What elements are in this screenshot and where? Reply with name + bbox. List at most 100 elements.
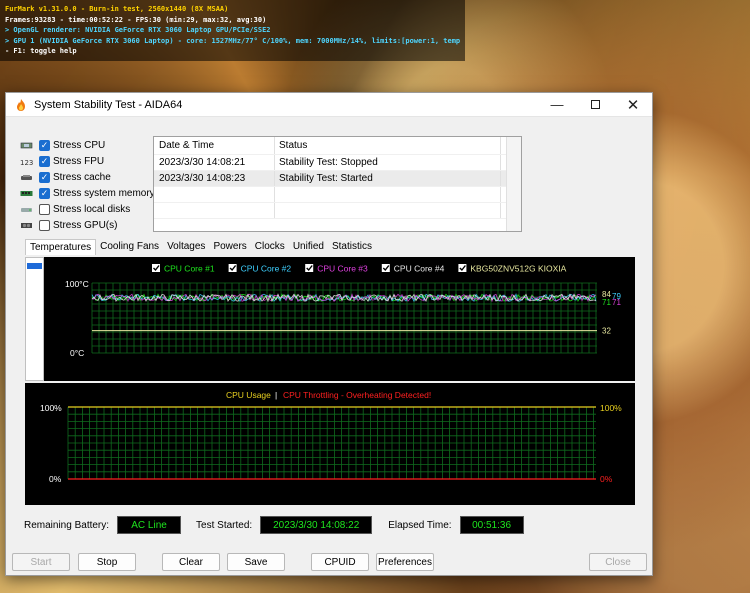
memory-icon xyxy=(20,190,33,196)
table-row[interactable]: 2023/3/30 14:08:21 Stability Test: Stopp… xyxy=(154,155,521,171)
test-started-value: 2023/3/30 14:08:22 xyxy=(260,516,373,534)
tab-temperatures[interactable]: Temperatures xyxy=(25,239,97,255)
log-cell-status: Stability Test: Started xyxy=(275,171,501,186)
legend-checkbox xyxy=(152,264,160,272)
overlay-help: - F1: toggle help xyxy=(5,47,77,55)
legend-label: CPU Core #1 xyxy=(164,264,215,274)
temp-current-value: 71 xyxy=(612,298,621,307)
usage-legend-label: CPU Usage xyxy=(226,390,271,400)
stress-disks-checkbox[interactable] xyxy=(39,203,50,215)
minimize-button[interactable]: — xyxy=(538,93,576,117)
table-row[interactable]: 2023/3/30 14:08:23 Stability Test: Start… xyxy=(154,171,521,187)
temp-legend-item: CPU Core #4 xyxy=(381,264,445,274)
cpuid-button[interactable]: CPUID xyxy=(311,553,369,571)
maximize-icon xyxy=(590,100,600,109)
stress-memory-checkbox[interactable]: ✓ xyxy=(39,187,50,199)
temp-legend-item: KBG50ZNV512G KIOXIA xyxy=(458,264,567,274)
elapsed-time-value: 00:51:36 xyxy=(459,516,524,534)
stress-memory-option[interactable]: ✓ Stress system memory xyxy=(20,185,155,201)
battery-label: Remaining Battery: xyxy=(24,519,110,531)
cpu-icon xyxy=(20,142,33,148)
usage-y-bottom-left: 0% xyxy=(49,474,62,484)
stress-disks-option[interactable]: Stress local disks xyxy=(20,201,155,217)
battery-value: AC Line xyxy=(117,516,182,534)
temperature-chart-svg: CPU Core #1 CPU Core #2 CPU Core #3 CPU Cor… xyxy=(65,264,621,359)
close-button[interactable]: Close xyxy=(589,553,647,571)
stress-fpu-option[interactable]: 123 ✓ Stress FPU xyxy=(20,153,155,169)
legend-label: CPU Core #4 xyxy=(394,264,445,274)
tab-cooling-fans[interactable]: Cooling Fans xyxy=(96,239,163,255)
start-button[interactable]: Start xyxy=(12,553,70,571)
window-title: System Stability Test - AIDA64 xyxy=(34,98,183,111)
legend-checkbox xyxy=(458,264,467,272)
temp-current-value: 71 xyxy=(602,298,611,307)
status-bar: Remaining Battery: AC Line Test Started:… xyxy=(24,516,524,534)
stress-cache-label: Stress cache xyxy=(53,171,111,183)
stress-cache-option[interactable]: ✓ Stress cache xyxy=(20,169,155,185)
sensor-selected-item[interactable] xyxy=(27,263,42,269)
stress-gpu-label: Stress GPU(s) xyxy=(53,219,118,231)
temp-current-value: 32 xyxy=(602,327,611,336)
overlay-title: FurMark v1.31.0.0 - Burn-in test, 2560x1… xyxy=(5,5,229,13)
clear-button[interactable]: Clear xyxy=(162,553,220,571)
stress-fpu-label: Stress FPU xyxy=(53,155,105,167)
stop-button[interactable]: Stop xyxy=(78,553,136,571)
button-bar: Start Stop Clear Save CPUID Preferences … xyxy=(12,553,648,571)
aida64-flame-icon xyxy=(17,98,25,111)
svg-text:123: 123 xyxy=(20,159,33,166)
log-cell-datetime: 2023/3/30 14:08:23 xyxy=(154,171,275,186)
maximize-button[interactable] xyxy=(576,93,614,117)
stress-cpu-option[interactable]: ✓ Stress CPU xyxy=(20,137,155,153)
tab-clocks[interactable]: Clocks xyxy=(251,239,289,255)
preferences-button[interactable]: Preferences xyxy=(376,553,434,571)
legend-checkbox xyxy=(228,264,237,272)
chart-tabs: Temperatures Cooling Fans Voltages Power… xyxy=(25,239,376,255)
table-row-empty xyxy=(154,187,521,203)
disk-icon xyxy=(21,207,32,212)
sensor-selector-list[interactable] xyxy=(25,257,44,381)
usage-grid xyxy=(67,406,596,480)
overlay-renderer: > OpenGL renderer: NVIDIA GeForce RTX 30… xyxy=(5,26,271,34)
temp-y-top-label: 100°C xyxy=(65,279,89,289)
tab-powers[interactable]: Powers xyxy=(209,239,250,255)
stress-fpu-checkbox[interactable]: ✓ xyxy=(39,155,50,167)
stress-options: ✓ Stress CPU 123 ✓ Stress FPU ✓ Stress c… xyxy=(20,137,155,233)
status-log-table[interactable]: Date & Time Status 2023/3/30 14:08:21 St… xyxy=(153,136,522,232)
log-header-row: Date & Time Status xyxy=(154,137,521,155)
test-started-label: Test Started: xyxy=(196,519,253,531)
title-bar[interactable]: System Stability Test - AIDA64 — ✕ xyxy=(6,93,652,117)
log-scrollbar[interactable] xyxy=(506,137,521,231)
temp-legend-item: CPU Core #1 xyxy=(152,264,215,274)
close-icon: ✕ xyxy=(626,96,640,114)
log-cell-datetime: 2023/3/30 14:08:21 xyxy=(154,155,275,170)
stress-cache-checkbox[interactable]: ✓ xyxy=(39,171,50,183)
legend-label: CPU Core #2 xyxy=(241,264,292,274)
temp-legend-item: CPU Core #2 xyxy=(228,264,292,274)
usage-y-top-left: 100% xyxy=(40,403,62,413)
overlay-frames: Frames:93283 - time:00:52:22 - FPS:30 (m… xyxy=(5,15,267,24)
log-header-status[interactable]: Status xyxy=(275,137,501,154)
stress-gpu-checkbox[interactable] xyxy=(39,219,50,231)
temp-y-bottom-label: 0°C xyxy=(70,348,84,358)
close-window-button[interactable]: ✕ xyxy=(614,93,652,117)
overlay-gpu: > GPU 1 (NVIDIA GeForce RTX 3060 Laptop)… xyxy=(5,36,460,45)
legend-checkbox xyxy=(381,264,390,272)
fpu-icon: 123 xyxy=(20,159,33,166)
usage-y-bottom-right: 0% xyxy=(600,474,613,484)
log-header-datetime[interactable]: Date & Time xyxy=(154,137,275,154)
stress-cpu-label: Stress CPU xyxy=(53,139,106,151)
legend-label: CPU Core #3 xyxy=(317,264,368,274)
tab-unified[interactable]: Unified xyxy=(289,239,328,255)
stress-cpu-checkbox[interactable]: ✓ xyxy=(39,139,50,151)
cpu-usage-chart-svg: CPU Usage | CPU Throttling - Overheating D… xyxy=(40,390,622,484)
throttle-legend-label: CPU Throttling - Overheating Detected! xyxy=(283,390,431,400)
tab-statistics[interactable]: Statistics xyxy=(328,239,376,255)
tab-voltages[interactable]: Voltages xyxy=(163,239,209,255)
stress-memory-label: Stress system memory xyxy=(53,187,155,199)
minimize-icon: — xyxy=(550,97,564,112)
temp-legend-item: CPU Core #3 xyxy=(305,264,368,274)
save-button[interactable]: Save xyxy=(227,553,285,571)
stress-gpu-option[interactable]: Stress GPU(s) xyxy=(20,217,155,233)
stability-test-window: System Stability Test - AIDA64 — ✕ ✓ Str… xyxy=(5,92,653,576)
temperature-chart: CPU Core #1 CPU Core #2 CPU Core #3 CPU Cor… xyxy=(44,257,635,381)
